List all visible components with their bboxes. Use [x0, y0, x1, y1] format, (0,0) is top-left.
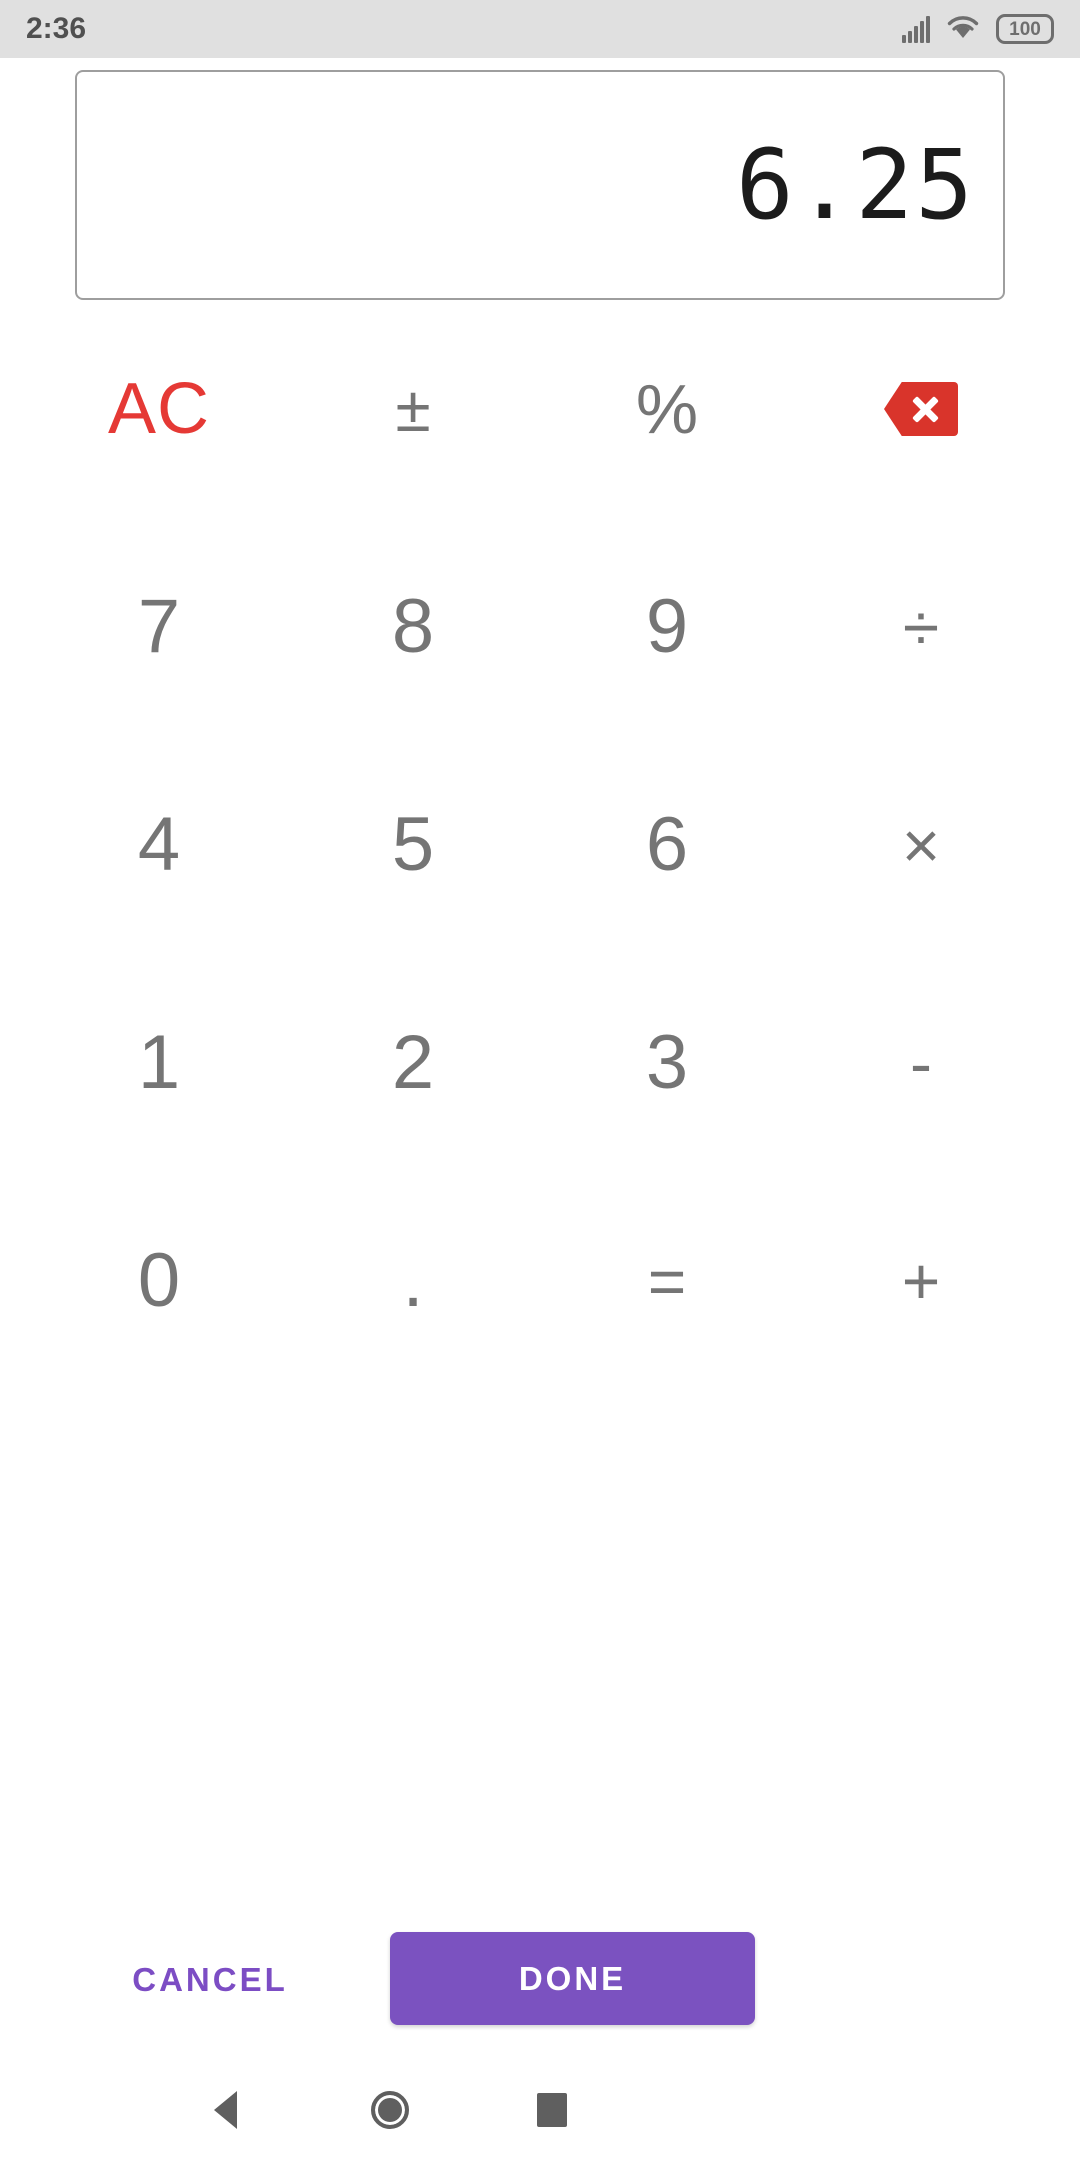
battery-icon: 100: [996, 14, 1054, 44]
key-3[interactable]: 3: [540, 954, 794, 1172]
calculator-screen: 2:36 100 6.25 AC ±% 7 8 9 ÷ 4 5 6 × 1 2 3-0. = + CANC: [0, 0, 1080, 2160]
action-bar: CANCEL DONE: [0, 1925, 1080, 2035]
back-triangle-icon: [213, 2091, 237, 2129]
done-button[interactable]: DONE: [390, 1932, 755, 2025]
cancel-button[interactable]: CANCEL: [120, 1935, 300, 2025]
status-clock: 2:36: [26, 12, 87, 45]
key-divide-label: ÷: [902, 590, 940, 664]
key-backspace[interactable]: [794, 300, 1048, 518]
key-7[interactable]: 7: [32, 518, 286, 736]
key-multiply-label: ×: [901, 808, 941, 882]
wifi-icon: [946, 14, 980, 45]
display-value: 6.25: [735, 129, 975, 241]
key-decimal-label: .: [402, 1238, 424, 1323]
done-button-label: DONE: [518, 1959, 627, 1997]
key-9[interactable]: 9: [540, 518, 794, 736]
key-9-label: 9: [645, 584, 689, 669]
status-bar: 2:36 100: [0, 0, 1080, 58]
cancel-button-label: CANCEL: [132, 1961, 288, 1998]
nav-back-button[interactable]: [165, 2070, 285, 2150]
key-decimal[interactable]: .: [286, 1172, 540, 1390]
backspace-icon: [884, 382, 958, 436]
calculator-display[interactable]: 6.25: [75, 70, 1005, 300]
key-0-label: 0: [137, 1238, 181, 1323]
key-equals-label: =: [647, 1244, 687, 1318]
status-icons: 100: [902, 14, 1054, 45]
nav-recents-button[interactable]: [492, 2070, 612, 2150]
key-2[interactable]: 2: [286, 954, 540, 1172]
key-7-label: 7: [137, 584, 181, 669]
key-1-label: 1: [137, 1020, 181, 1105]
signal-bars-icon: [902, 15, 930, 43]
key-6-label: 6: [645, 802, 689, 887]
key-4[interactable]: 4: [32, 736, 286, 954]
key-5[interactable]: 5: [286, 736, 540, 954]
key-2-label: 2: [391, 1020, 435, 1105]
key-8-label: 8: [391, 584, 435, 669]
key-all-clear-label: AC: [107, 369, 211, 449]
nav-home-button[interactable]: [330, 2070, 450, 2150]
key-0[interactable]: 0: [32, 1172, 286, 1390]
key-multiply[interactable]: ×: [794, 736, 1048, 954]
key-4-label: 4: [137, 802, 181, 887]
recents-square-icon: [537, 2093, 567, 2127]
key-add[interactable]: +: [794, 1172, 1048, 1390]
key-3-label: 3: [645, 1020, 689, 1105]
key-plus-minus[interactable]: ±: [286, 300, 540, 518]
key-plus-minus-label: ±: [395, 373, 431, 445]
home-circle-icon: [371, 2091, 409, 2129]
android-nav-bar: [0, 2060, 1080, 2160]
battery-level: 100: [1009, 18, 1041, 40]
calculator-keypad: AC ±% 7 8 9 ÷ 4 5 6 × 1 2 3 - 0. = +: [32, 300, 1048, 1390]
key-8[interactable]: 8: [286, 518, 540, 736]
key-percent[interactable]: %: [540, 300, 794, 518]
key-all-clear[interactable]: AC: [32, 300, 286, 518]
key-equals[interactable]: =: [540, 1172, 794, 1390]
key-subtract-label: -: [910, 1026, 932, 1100]
key-subtract[interactable]: -: [794, 954, 1048, 1172]
key-1[interactable]: 1: [32, 954, 286, 1172]
key-5-label: 5: [391, 802, 435, 887]
key-percent-label: %: [635, 370, 699, 448]
key-add-label: +: [901, 1244, 941, 1318]
key-divide[interactable]: ÷: [794, 518, 1048, 736]
key-6[interactable]: 6: [540, 736, 794, 954]
